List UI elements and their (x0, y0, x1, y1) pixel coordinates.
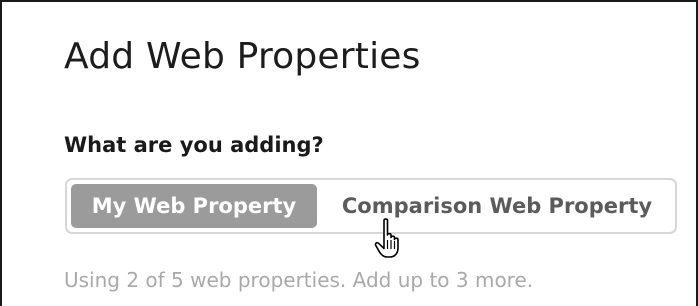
property-type-toggle: My Web Property Comparison Web Property (65, 178, 677, 234)
question-label: What are you adding? (64, 133, 324, 157)
option-my-web-property[interactable]: My Web Property (71, 184, 317, 228)
usage-hint: Using 2 of 5 web properties. Add up to 3… (64, 268, 534, 292)
dialog-frame: Add Web Properties What are you adding? … (0, 0, 698, 306)
hand-pointer-icon (374, 218, 399, 258)
dialog-title: Add Web Properties (64, 36, 421, 77)
